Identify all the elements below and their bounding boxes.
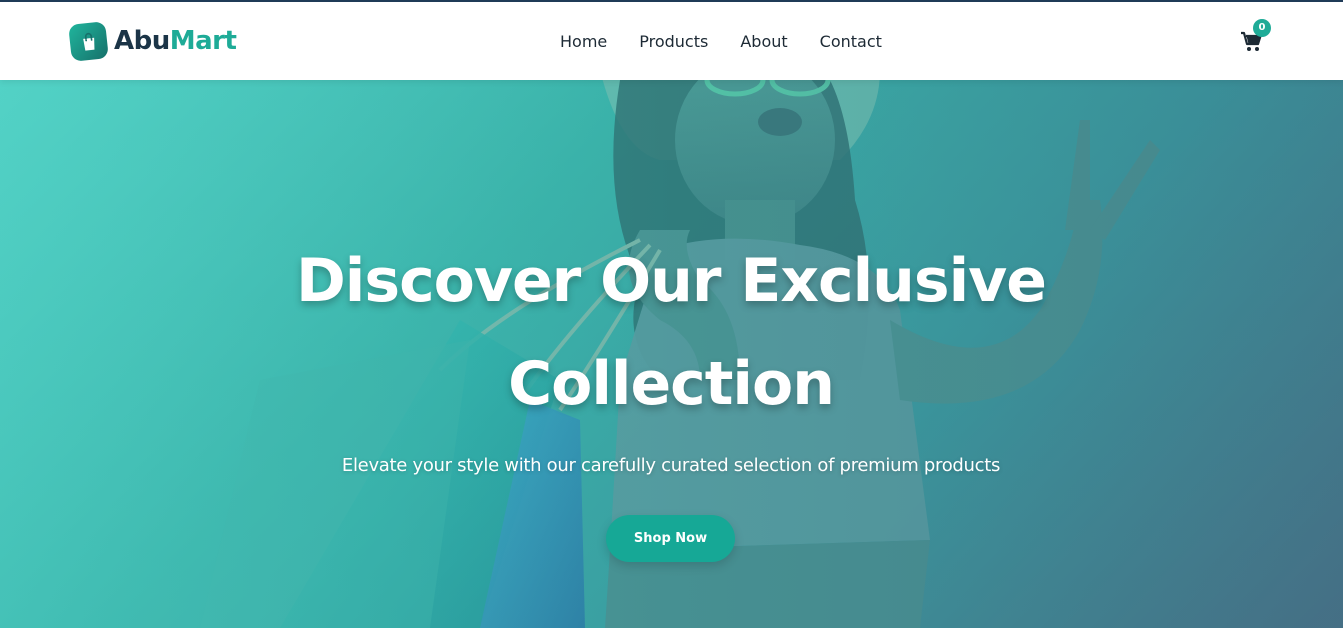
- nav-link-home[interactable]: Home: [560, 31, 607, 53]
- hero-section: Discover Our Exclusive Collection Elevate…: [0, 80, 1343, 628]
- shop-now-button[interactable]: Shop Now: [606, 515, 735, 562]
- nav-link-about[interactable]: About: [740, 31, 787, 53]
- hero-subtitle: Elevate your style with our carefully cu…: [341, 455, 1001, 476]
- cart-count-badge: 0: [1253, 19, 1271, 37]
- shopping-bag-icon: [68, 20, 109, 62]
- nav-link-products[interactable]: Products: [639, 31, 708, 53]
- main-nav: Home Products About Contact: [560, 31, 914, 53]
- brand-name: AbuMart: [114, 26, 237, 56]
- brand-name-part2: Mart: [169, 26, 237, 56]
- hero-title: Discover Our Exclusive Collection: [271, 230, 1071, 436]
- hero-title-line2: Collection: [508, 349, 835, 419]
- brand-logo-link[interactable]: AbuMart: [68, 20, 237, 62]
- hero-title-line1: Discover Our Exclusive: [296, 246, 1047, 316]
- brand-name-part1: Abu: [114, 26, 170, 56]
- navbar: AbuMart Home Products About Contact 0: [0, 0, 1343, 80]
- nav-link-contact[interactable]: Contact: [820, 31, 882, 53]
